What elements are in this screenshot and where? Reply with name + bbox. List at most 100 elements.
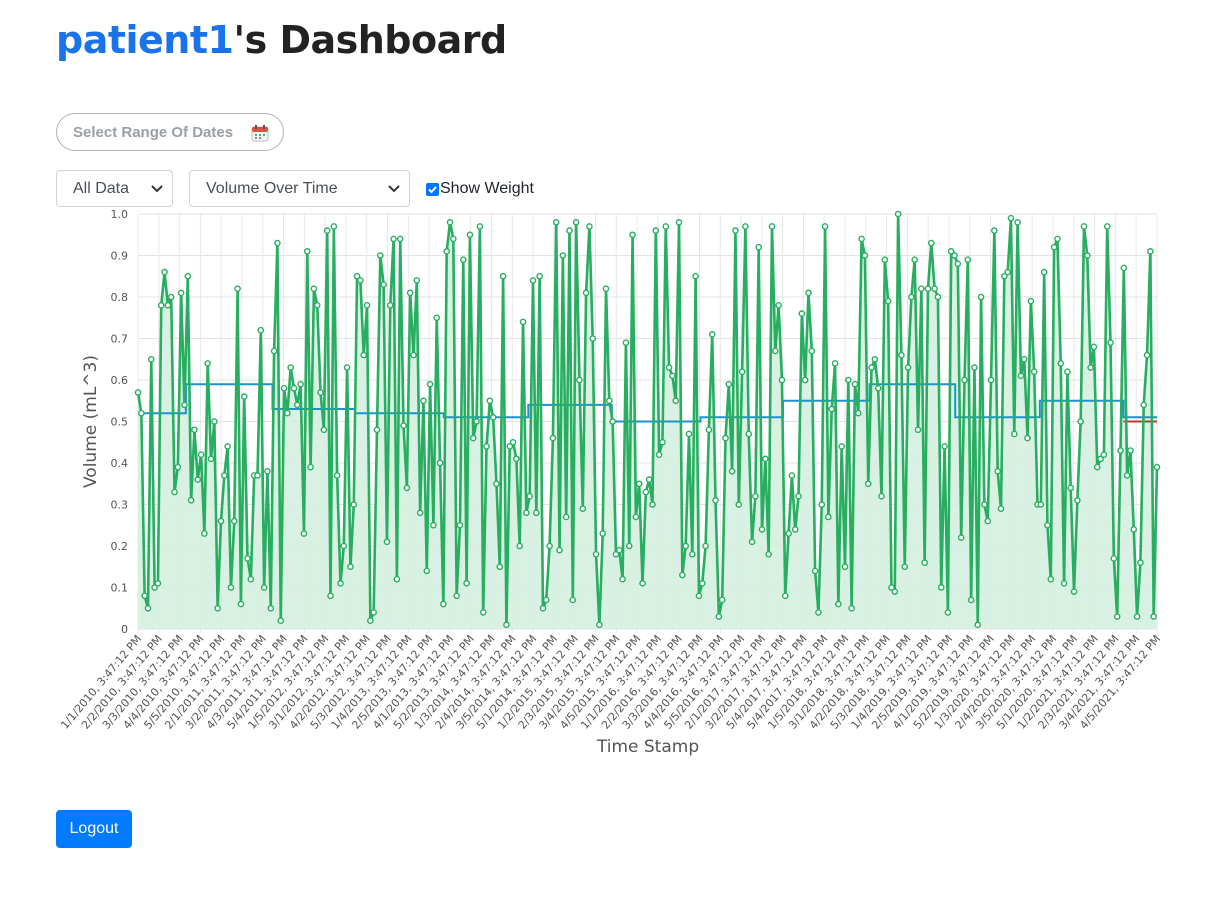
volume-point [811, 567, 819, 575]
volume-point [957, 534, 965, 542]
show-weight-checkbox[interactable] [426, 182, 439, 196]
volume-point [260, 584, 268, 591]
volume-point [795, 492, 802, 500]
volume-point [307, 463, 314, 471]
volume-point [977, 293, 985, 301]
volume-point [765, 550, 772, 558]
volume-point [184, 272, 192, 280]
volume-point [1070, 588, 1078, 595]
volume-point [1010, 430, 1018, 438]
volume-point [689, 550, 696, 558]
volume-point [337, 580, 344, 587]
volume-point [220, 472, 228, 479]
volume-point [665, 364, 673, 371]
volume-point [287, 364, 294, 371]
volume-point [1107, 339, 1114, 346]
date-range-picker[interactable]: Select Range Of Dates [56, 113, 284, 151]
volume-point [363, 302, 371, 309]
volume-point [619, 575, 626, 583]
y-tick-label: 0.8 [111, 291, 129, 304]
volume-point [911, 256, 919, 263]
volume-point [450, 235, 457, 243]
volume-point [695, 592, 703, 600]
volume-point [722, 434, 729, 442]
volume-point [921, 559, 928, 566]
volume-point [712, 497, 719, 504]
volume-point [848, 604, 855, 612]
volume-point [981, 501, 988, 508]
volume-point [416, 509, 424, 517]
volume-point [134, 389, 142, 396]
volume-point [622, 339, 630, 346]
volume-point [317, 389, 324, 396]
volume-point [1147, 248, 1154, 255]
volume-point [692, 272, 699, 280]
volume-point [841, 563, 849, 571]
volume-point [440, 600, 447, 608]
volume-point [572, 218, 580, 226]
volume-point [645, 476, 653, 483]
volume-point [343, 364, 351, 371]
volume-point [214, 604, 221, 612]
volume-point [825, 513, 832, 521]
calendar-icon[interactable] [251, 124, 269, 147]
logout-button[interactable]: Logout [56, 810, 132, 848]
show-weight-toggle[interactable]: Show Weight [426, 180, 534, 198]
volume-point [884, 297, 892, 305]
volume-point [523, 509, 530, 517]
volume-point [718, 596, 726, 604]
volume-point [406, 289, 414, 297]
volume-point [267, 604, 275, 612]
volume-point [476, 223, 484, 230]
y-tick-label: 0 [121, 623, 128, 636]
chevron-down-icon [387, 179, 401, 202]
volume-point [685, 430, 693, 438]
volume-point [536, 272, 543, 280]
volume-point [582, 289, 590, 297]
volume-point [931, 285, 938, 292]
volume-point [1103, 223, 1111, 230]
volume-point [556, 546, 563, 554]
volume-point [264, 467, 271, 475]
volume-point [771, 347, 779, 355]
volume-point [161, 268, 168, 276]
volume-point [775, 302, 782, 309]
volume-point [891, 588, 899, 595]
volume-point [373, 426, 381, 434]
volume-point [752, 492, 759, 500]
volume-point [791, 526, 799, 533]
volume-point [436, 459, 444, 467]
volume-point [453, 592, 460, 600]
volume-point [961, 376, 968, 384]
volume-point [675, 218, 683, 226]
volume-point [420, 397, 427, 405]
volume-point [788, 472, 796, 479]
volume-point [569, 596, 577, 604]
volume-point [519, 318, 527, 326]
volume-point [1143, 351, 1151, 359]
volume-point [493, 480, 500, 488]
title-suffix: 's Dashboard [233, 18, 507, 62]
volume-point [984, 517, 992, 525]
volume-point [748, 538, 756, 546]
volume-point [277, 617, 285, 625]
volume-point [971, 364, 978, 371]
metric-select-value: Volume Over Time [206, 179, 338, 197]
volume-point [934, 293, 942, 301]
volume-point [596, 621, 603, 629]
volume-point [423, 567, 431, 575]
volume-point [871, 355, 879, 363]
volume-point [708, 331, 716, 338]
volume-point [1153, 463, 1161, 471]
volume-point [350, 501, 358, 508]
y-axis-ticks: 0 0.1 0.2 0.3 0.4 0.5 0.6 0.7 0.8 0.9 1.0 [111, 208, 129, 636]
volume-point [831, 360, 839, 367]
volume-point [141, 592, 148, 600]
y-tick-label: 0.5 [111, 416, 129, 429]
volume-point [310, 285, 318, 292]
volume-point [244, 555, 251, 562]
volume-point [738, 368, 746, 375]
volume-point [1067, 484, 1074, 492]
volume-point [805, 289, 812, 297]
volume-point [1113, 613, 1121, 620]
